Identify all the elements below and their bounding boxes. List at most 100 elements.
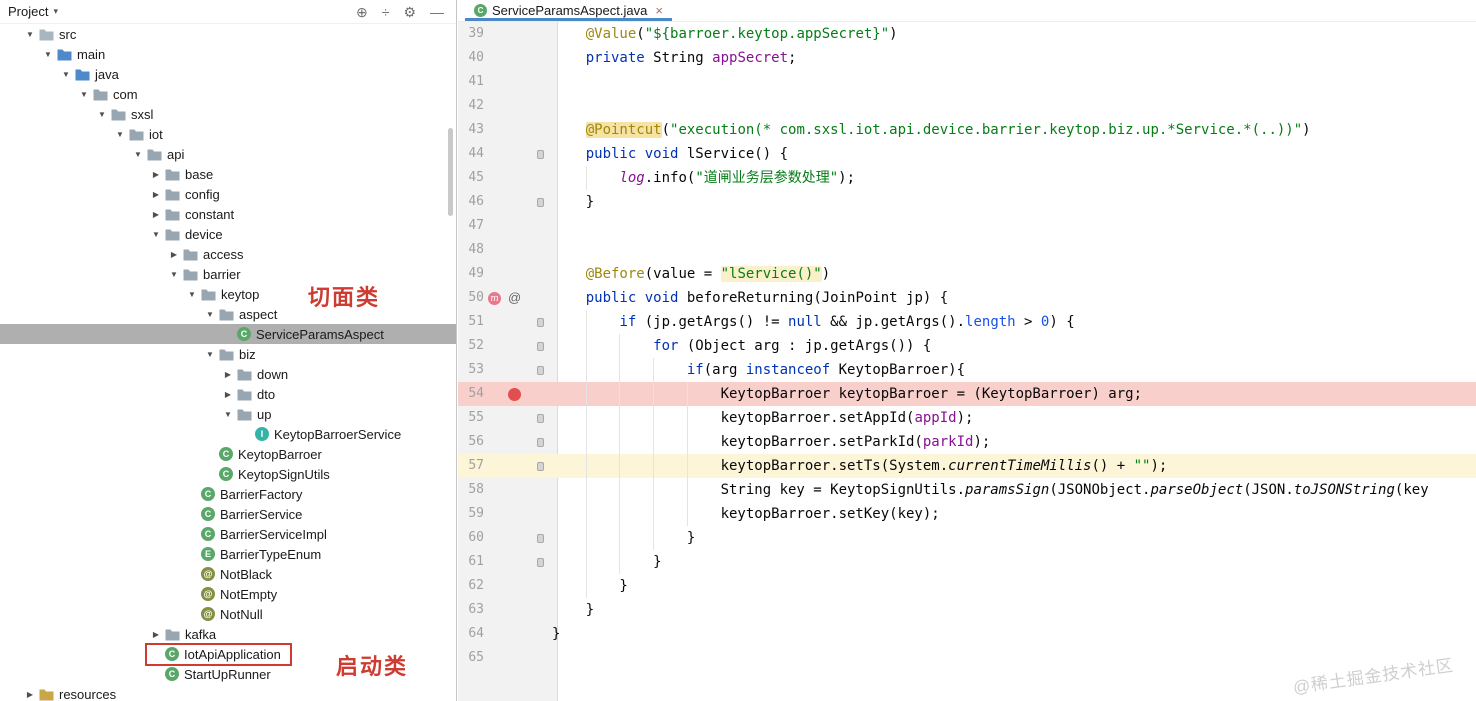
- code-line-53[interactable]: if(arg instanceof KeytopBarroer){: [552, 358, 1476, 382]
- chevron-down-icon[interactable]: ▼: [40, 50, 56, 59]
- line-number[interactable]: 43: [458, 118, 484, 142]
- tree-item-main[interactable]: ▼ main: [0, 44, 456, 64]
- code-line-52[interactable]: for (Object arg : jp.getArgs()) {: [552, 334, 1476, 358]
- line-number[interactable]: 51: [458, 310, 484, 334]
- line-number[interactable]: 42: [458, 94, 484, 118]
- line-number[interactable]: 39: [458, 22, 484, 46]
- tree-item-biz[interactable]: ▼ biz: [0, 344, 456, 364]
- line-number[interactable]: 65: [458, 646, 484, 670]
- code-line-46[interactable]: }: [552, 190, 1476, 214]
- chevron-down-icon[interactable]: ▼: [58, 70, 74, 79]
- tree-item-BarrierService[interactable]: C BarrierService: [0, 504, 456, 524]
- tree-item-KeytopBarroerService[interactable]: I KeytopBarroerService: [0, 424, 456, 444]
- fold-marker-icon[interactable]: [537, 462, 544, 471]
- collapse-all-icon[interactable]: ÷: [382, 5, 390, 19]
- tree-item-ServiceParamsAspect[interactable]: C ServiceParamsAspect: [0, 324, 456, 344]
- code-line-57[interactable]: keytopBarroer.setTs(System.currentTimeMi…: [552, 454, 1476, 478]
- tree-item-src[interactable]: ▼ src: [0, 24, 456, 44]
- tree-item-BarrierServiceImpl[interactable]: C BarrierServiceImpl: [0, 524, 456, 544]
- code-line-48[interactable]: [552, 238, 1476, 262]
- aop-advice-icon[interactable]: m: [488, 292, 501, 305]
- tree-item-resources[interactable]: ▶ resources: [0, 684, 456, 701]
- fold-marker-icon[interactable]: [537, 366, 544, 375]
- chevron-right-icon[interactable]: ▶: [220, 390, 236, 399]
- tree-item-BarrierTypeEnum[interactable]: E BarrierTypeEnum: [0, 544, 456, 564]
- code-line-45[interactable]: log.info("道闸业务层参数处理");: [552, 166, 1476, 190]
- tree-item-constant[interactable]: ▶ constant: [0, 204, 456, 224]
- tree-item-api[interactable]: ▼ api: [0, 144, 456, 164]
- chevron-down-icon[interactable]: ▼: [202, 350, 218, 359]
- chevron-down-icon[interactable]: ▼: [202, 310, 218, 319]
- chevron-down-icon[interactable]: ▼: [166, 270, 182, 279]
- chevron-right-icon[interactable]: ▶: [22, 690, 38, 699]
- code-line-55[interactable]: keytopBarroer.setAppId(appId);: [552, 406, 1476, 430]
- tree-item-KeytopSignUtils[interactable]: C KeytopSignUtils: [0, 464, 456, 484]
- code-lines[interactable]: @Value("${barroer.keytop.appSecret}") pr…: [552, 22, 1476, 670]
- tree-item-access[interactable]: ▶ access: [0, 244, 456, 264]
- hide-panel-icon[interactable]: —: [430, 5, 444, 19]
- fold-marker-icon[interactable]: [537, 150, 544, 159]
- chevron-right-icon[interactable]: ▶: [148, 190, 164, 199]
- close-tab-icon[interactable]: ×: [655, 3, 663, 18]
- code-line-58[interactable]: String key = KeytopSignUtils.paramsSign(…: [552, 478, 1476, 502]
- code-line-42[interactable]: [552, 94, 1476, 118]
- code-line-50[interactable]: public void beforeReturning(JoinPoint jp…: [552, 286, 1476, 310]
- line-number[interactable]: 63: [458, 598, 484, 622]
- line-number[interactable]: 52: [458, 334, 484, 358]
- tree-item-com[interactable]: ▼ com: [0, 84, 456, 104]
- code-line-64[interactable]: }: [552, 622, 1476, 646]
- tree-item-dto[interactable]: ▶ dto: [0, 384, 456, 404]
- code-line-61[interactable]: }: [552, 550, 1476, 574]
- tree-item-config[interactable]: ▶ config: [0, 184, 456, 204]
- line-number[interactable]: 62: [458, 574, 484, 598]
- code-line-63[interactable]: }: [552, 598, 1476, 622]
- line-number[interactable]: 59: [458, 502, 484, 526]
- breakpoint-icon[interactable]: [508, 388, 521, 401]
- line-number[interactable]: 40: [458, 46, 484, 70]
- line-number[interactable]: 46: [458, 190, 484, 214]
- line-number[interactable]: 45: [458, 166, 484, 190]
- chevron-down-icon[interactable]: ▼: [76, 90, 92, 99]
- line-number[interactable]: 56: [458, 430, 484, 454]
- line-number[interactable]: 47: [458, 214, 484, 238]
- fold-marker-icon[interactable]: [537, 414, 544, 423]
- code-line-44[interactable]: public void lService() {: [552, 142, 1476, 166]
- code-line-49[interactable]: @Before(value = "lService()"): [552, 262, 1476, 286]
- line-number[interactable]: 54: [458, 382, 484, 406]
- chevron-down-icon[interactable]: ▼: [112, 130, 128, 139]
- line-number[interactable]: 48: [458, 238, 484, 262]
- code-line-59[interactable]: keytopBarroer.setKey(key);: [552, 502, 1476, 526]
- chevron-right-icon[interactable]: ▶: [220, 370, 236, 379]
- tree-item-KeytopBarroer[interactable]: C KeytopBarroer: [0, 444, 456, 464]
- line-number[interactable]: 57: [458, 454, 484, 478]
- chevron-down-icon[interactable]: ▼: [184, 290, 200, 299]
- settings-gear-icon[interactable]: ⚙: [403, 5, 416, 19]
- chevron-right-icon[interactable]: ▶: [148, 170, 164, 179]
- code-line-62[interactable]: }: [552, 574, 1476, 598]
- locate-icon[interactable]: ⊕: [356, 5, 368, 19]
- line-number[interactable]: 60: [458, 526, 484, 550]
- line-number[interactable]: 64: [458, 622, 484, 646]
- line-number[interactable]: 55: [458, 406, 484, 430]
- chevron-right-icon[interactable]: ▶: [148, 210, 164, 219]
- tree-item-sxsl[interactable]: ▼ sxsl: [0, 104, 456, 124]
- code-line-56[interactable]: keytopBarroer.setParkId(parkId);: [552, 430, 1476, 454]
- line-number[interactable]: 61: [458, 550, 484, 574]
- tree-item-kafka[interactable]: ▶ kafka: [0, 624, 456, 644]
- chevron-down-icon[interactable]: ▼: [220, 410, 236, 419]
- code-line-60[interactable]: }: [552, 526, 1476, 550]
- tree-item-aspect[interactable]: ▼ aspect: [0, 304, 456, 324]
- fold-marker-icon[interactable]: [537, 342, 544, 351]
- fold-marker-icon[interactable]: [537, 558, 544, 567]
- tree-item-device[interactable]: ▼ device: [0, 224, 456, 244]
- code-line-54[interactable]: KeytopBarroer keytopBarroer = (KeytopBar…: [552, 382, 1476, 406]
- chevron-right-icon[interactable]: ▶: [166, 250, 182, 259]
- line-number[interactable]: 41: [458, 70, 484, 94]
- tree-item-up[interactable]: ▼ up: [0, 404, 456, 424]
- tree-item-NotBlack[interactable]: @ NotBlack: [0, 564, 456, 584]
- code-line-40[interactable]: private String appSecret;: [552, 46, 1476, 70]
- tree-item-NotEmpty[interactable]: @ NotEmpty: [0, 584, 456, 604]
- project-dropdown[interactable]: Project ▾: [8, 4, 58, 19]
- line-number[interactable]: 49: [458, 262, 484, 286]
- code-line-51[interactable]: if (jp.getArgs() != null && jp.getArgs()…: [552, 310, 1476, 334]
